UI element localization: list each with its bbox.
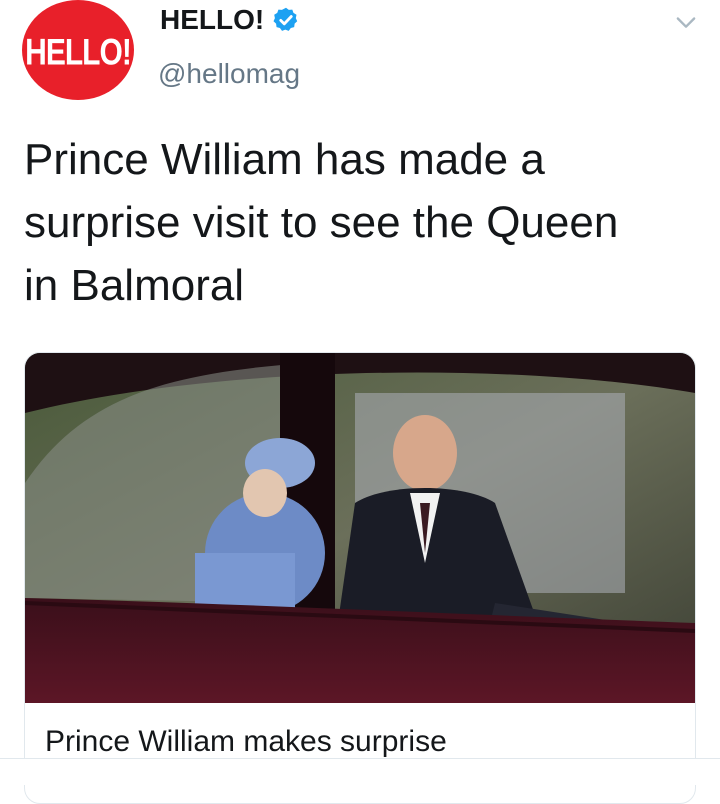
author-name-row[interactable]: HELLO!: [160, 4, 300, 36]
card-image[interactable]: [25, 353, 695, 703]
chevron-down-icon[interactable]: [672, 8, 700, 36]
handle[interactable]: @hellomag: [158, 58, 300, 90]
card-title[interactable]: Prince William makes surprise: [45, 725, 447, 759]
link-card[interactable]: Prince William makes surprise: [24, 352, 696, 804]
tweet-text: Prince William has made a surprise visit…: [24, 135, 619, 310]
avatar[interactable]: HELLO!: [22, 0, 134, 100]
divider: [0, 758, 720, 759]
avatar-logo-text: HELLO!: [25, 31, 132, 73]
display-name[interactable]: HELLO!: [160, 4, 264, 36]
bottom-mask: [0, 759, 720, 785]
verified-badge-icon: [273, 7, 298, 31]
